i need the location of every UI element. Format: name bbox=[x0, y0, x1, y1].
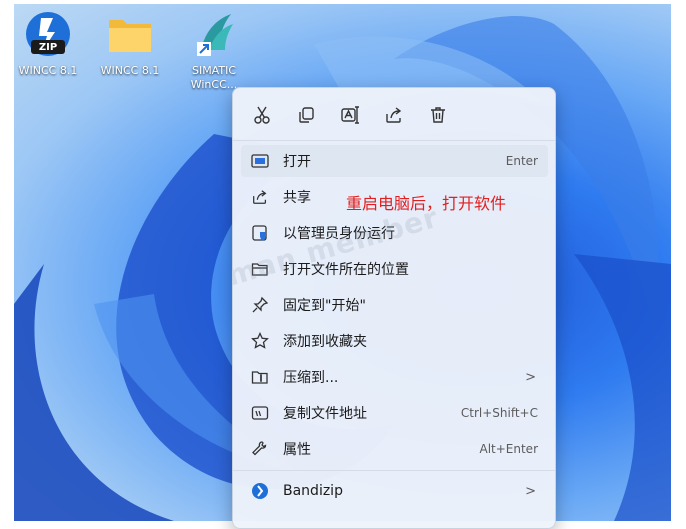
chevron-right-icon: > bbox=[525, 483, 536, 499]
menu-item-shortcut: Ctrl+Shift+C bbox=[460, 406, 538, 420]
copy-path-icon bbox=[249, 402, 271, 424]
admin-shield-icon bbox=[249, 222, 271, 244]
cut-button[interactable] bbox=[249, 102, 275, 128]
menu-item-add-to-favorites[interactable]: 添加到收藏夹 bbox=[241, 325, 548, 357]
wrench-icon bbox=[249, 438, 271, 460]
menu-item-label: 添加到收藏夹 bbox=[283, 334, 367, 350]
menu-item-label: Bandizip bbox=[283, 483, 343, 499]
wincc-app-icon bbox=[189, 10, 239, 60]
desktop-icon-label: WINCC 8.1 bbox=[100, 64, 160, 77]
menu-item-copy-file-path[interactable]: 复制文件地址 Ctrl+Shift+C bbox=[241, 397, 548, 429]
menu-item-open[interactable]: 打开 Enter bbox=[241, 145, 548, 177]
menu-separator bbox=[233, 140, 555, 141]
menu-item-pin-to-start[interactable]: 固定到"开始" bbox=[241, 289, 548, 321]
quick-action-bar bbox=[233, 88, 555, 140]
chevron-right-icon: > bbox=[525, 369, 536, 385]
delete-icon bbox=[431, 107, 445, 123]
annotation-text: 重启电脑后，打开软件 bbox=[346, 194, 507, 213]
desktop-icon-wincc-zip[interactable]: ZIP WINCC 8.1 bbox=[14, 10, 84, 78]
desktop-icon-wincc-folder[interactable]: WINCC 8.1 bbox=[94, 10, 166, 78]
rename-icon bbox=[341, 106, 359, 124]
rename-button[interactable] bbox=[337, 102, 363, 128]
copy-icon bbox=[299, 107, 314, 123]
desktop-icon-label-line1: SIMATIC bbox=[191, 64, 237, 77]
menu-item-label: 复制文件地址 bbox=[283, 406, 367, 422]
pin-icon bbox=[249, 294, 271, 316]
menu-item-compress-to[interactable]: 压缩到... > bbox=[241, 361, 548, 393]
menu-item-label: 打开 bbox=[283, 154, 311, 170]
zip-badge: ZIP bbox=[38, 42, 58, 53]
delete-button[interactable] bbox=[425, 102, 451, 128]
copy-button[interactable] bbox=[293, 102, 319, 128]
share-icon bbox=[386, 107, 402, 123]
context-menu: 打开 Enter 共享 以管理员身份运行 打开文件所在的位置 固定到"开始" 添… bbox=[232, 87, 556, 529]
share-button[interactable] bbox=[381, 102, 407, 128]
menu-item-label: 压缩到... bbox=[283, 370, 339, 386]
desktop-icon-label: WINCC 8.1 bbox=[18, 64, 78, 77]
folder-icon bbox=[105, 10, 155, 60]
star-icon bbox=[249, 330, 271, 352]
desktop-icon-simatic-wincc[interactable]: SIMATIC WinCC... bbox=[178, 10, 250, 92]
menu-item-shortcut: Alt+Enter bbox=[479, 442, 538, 456]
bandizip-icon bbox=[249, 480, 271, 502]
cut-icon bbox=[254, 106, 270, 124]
menu-item-shortcut: Enter bbox=[505, 154, 538, 168]
share-icon bbox=[249, 186, 271, 208]
menu-item-label: 固定到"开始" bbox=[283, 298, 366, 314]
menu-item-label: 属性 bbox=[283, 442, 311, 458]
archive-icon bbox=[249, 366, 271, 388]
menu-separator bbox=[233, 470, 555, 471]
zip-archive-icon: ZIP bbox=[23, 10, 73, 60]
menu-item-properties[interactable]: 属性 Alt+Enter bbox=[241, 433, 548, 465]
menu-item-bandizip[interactable]: Bandizip > bbox=[241, 475, 548, 507]
open-window-icon bbox=[249, 150, 271, 172]
